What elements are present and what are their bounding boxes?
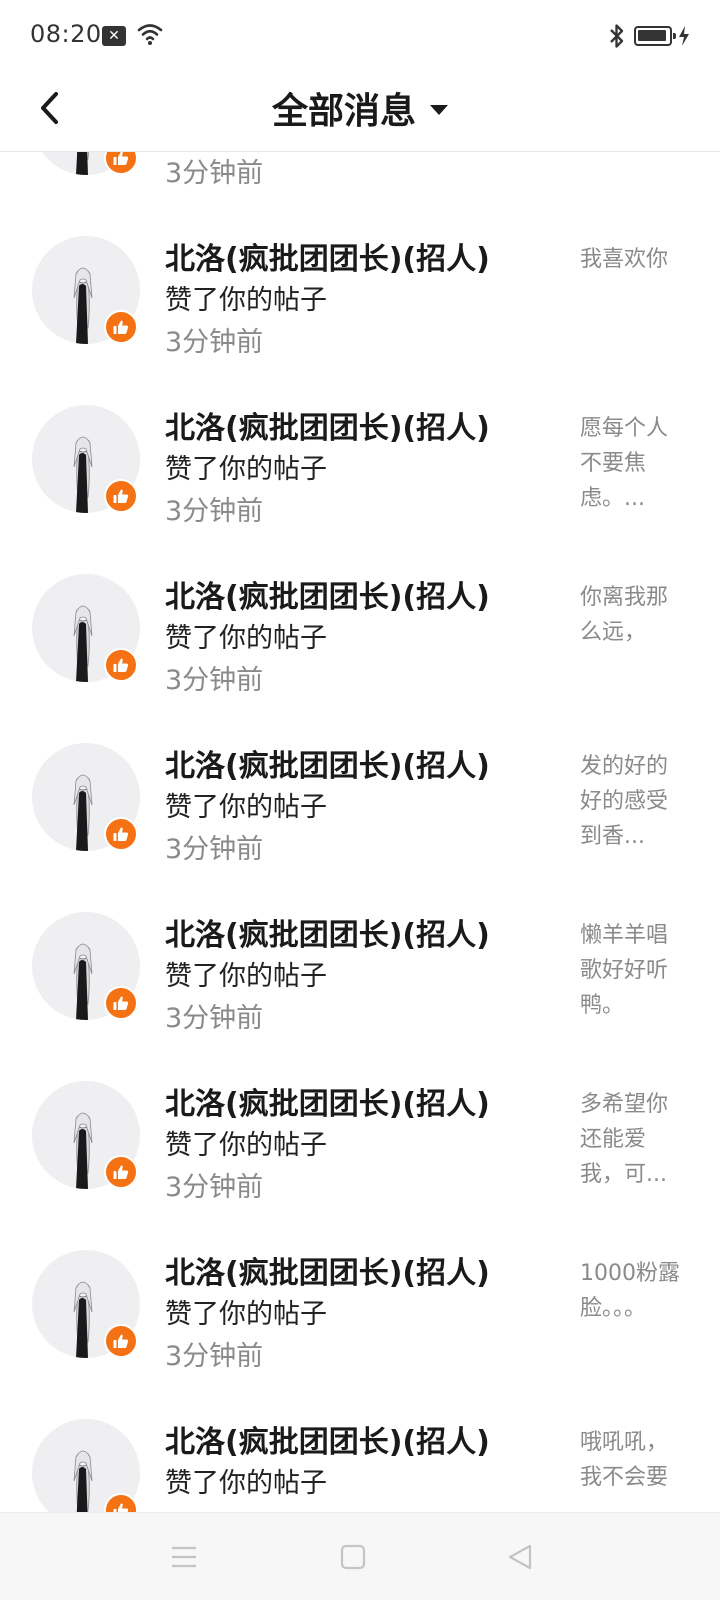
message-action: 赞了你的帖子 — [165, 1468, 327, 1499]
caret-down-icon — [430, 105, 448, 115]
message-list[interactable]: 北洛(疯批团团长)(招人) 赞了你的帖子 3分钟前 赞了... 北洛(疯批团团长… — [0, 152, 720, 1512]
system-nav-bar — [0, 1512, 720, 1600]
wifi-icon — [137, 24, 163, 45]
sender-name: 北洛(疯批团团长)(招人) — [165, 1087, 490, 1122]
message-time: 3分钟前 — [165, 158, 264, 189]
square-icon — [340, 1544, 366, 1570]
app-header: 全部消息 — [0, 72, 720, 152]
message-time: 3分钟前 — [165, 1172, 264, 1203]
like-badge — [104, 648, 138, 682]
like-badge — [104, 817, 138, 851]
message-time: 3分钟前 — [165, 1003, 264, 1034]
thumbs-up-icon — [113, 1165, 129, 1179]
message-item[interactable]: 北洛(疯批团团长)(招人) 赞了你的帖子 3分钟前 多希望你还能爱我，可... — [0, 1053, 720, 1222]
post-preview[interactable]: 愿每个人不要焦虑。... — [580, 411, 684, 516]
sender-name: 北洛(疯批团团长)(招人) — [165, 411, 490, 446]
post-preview[interactable]: 发的好的好的感受到香... — [580, 749, 684, 854]
message-action: 赞了你的帖子 — [165, 454, 327, 485]
title-dropdown[interactable]: 全部消息 — [0, 82, 720, 134]
message-action: 赞了你的帖子 — [165, 285, 327, 316]
message-action: 赞了你的帖子 — [165, 961, 327, 992]
sender-name: 北洛(疯批团团长)(招人) — [165, 1256, 490, 1291]
like-badge — [104, 479, 138, 513]
like-badge — [104, 310, 138, 344]
message-item[interactable]: 北洛(疯批团团长)(招人) 赞了你的帖子 3分钟前 愿每个人不要焦虑。... — [0, 377, 720, 546]
message-item[interactable]: 北洛(疯批团团长)(招人) 赞了你的帖子 3分钟前 懒羊羊唱歌好好听鸭。 — [0, 884, 720, 1053]
post-preview[interactable]: 我喜欢你 — [580, 242, 684, 277]
sender-name: 北洛(疯批团团长)(招人) — [165, 242, 490, 277]
status-bar: 08:20 ✕ — [0, 0, 720, 72]
like-badge — [104, 986, 138, 1020]
post-preview[interactable]: 1000粉露脸。。。 — [580, 1256, 684, 1326]
battery-icon — [634, 26, 676, 46]
message-time: 3分钟前 — [165, 496, 264, 527]
message-time: 3分钟前 — [165, 1341, 264, 1372]
sender-name: 北洛(疯批团团长)(招人) — [165, 918, 490, 953]
message-item[interactable]: 北洛(疯批团团长)(招人) 赞了你的帖子 3分钟前 赞了... — [0, 152, 720, 208]
thumbs-up-icon — [113, 1503, 129, 1512]
nav-menu-button[interactable] — [164, 1537, 204, 1577]
message-item[interactable]: 北洛(疯批团团长)(招人) 赞了你的帖子 3分钟前 1000粉露脸。。。 — [0, 1222, 720, 1391]
thumbs-up-icon — [113, 489, 129, 503]
message-time: 3分钟前 — [165, 665, 264, 696]
sender-name: 北洛(疯批团团长)(招人) — [165, 1425, 490, 1460]
bluetooth-icon — [610, 24, 624, 48]
message-action: 赞了你的帖子 — [165, 623, 327, 654]
like-badge — [104, 1155, 138, 1189]
notification-icon: ✕ — [102, 26, 126, 46]
post-preview[interactable]: 你离我那么远， — [580, 580, 684, 650]
thumbs-up-icon — [113, 1334, 129, 1348]
charging-icon — [679, 26, 689, 46]
triangle-back-icon — [508, 1544, 532, 1570]
like-badge — [104, 1324, 138, 1358]
thumbs-up-icon — [113, 152, 129, 165]
thumbs-up-icon — [113, 658, 129, 672]
nav-back-button[interactable] — [500, 1537, 540, 1577]
status-time: 08:20 — [30, 20, 102, 48]
thumbs-up-icon — [113, 320, 129, 334]
nav-home-button[interactable] — [333, 1537, 373, 1577]
post-preview[interactable]: 哦吼吼，我不会要 — [580, 1425, 684, 1495]
post-preview[interactable]: 懒羊羊唱歌好好听鸭。 — [580, 918, 684, 1023]
message-item[interactable]: 北洛(疯批团团长)(招人) 赞了你的帖子 3分钟前 发的好的好的感受到香... — [0, 715, 720, 884]
post-preview[interactable]: 多希望你还能爱我，可... — [580, 1087, 684, 1192]
message-item[interactable]: 北洛(疯批团团长)(招人) 赞了你的帖子 哦吼吼，我不会要 — [0, 1391, 720, 1512]
message-time: 3分钟前 — [165, 834, 264, 865]
message-item[interactable]: 北洛(疯批团团长)(招人) 赞了你的帖子 3分钟前 我喜欢你 — [0, 208, 720, 377]
message-action: 赞了你的帖子 — [165, 1299, 327, 1330]
message-time: 3分钟前 — [165, 327, 264, 358]
sender-name: 北洛(疯批团团长)(招人) — [165, 580, 490, 615]
message-action: 赞了你的帖子 — [165, 792, 327, 823]
message-item[interactable]: 北洛(疯批团团长)(招人) 赞了你的帖子 3分钟前 你离我那么远， — [0, 546, 720, 715]
page-title: 全部消息 — [271, 91, 416, 132]
thumbs-up-icon — [113, 996, 129, 1010]
message-action: 赞了你的帖子 — [165, 1130, 327, 1161]
sender-name: 北洛(疯批团团长)(招人) — [165, 749, 490, 784]
thumbs-up-icon — [113, 827, 129, 841]
menu-icon — [172, 1546, 196, 1568]
